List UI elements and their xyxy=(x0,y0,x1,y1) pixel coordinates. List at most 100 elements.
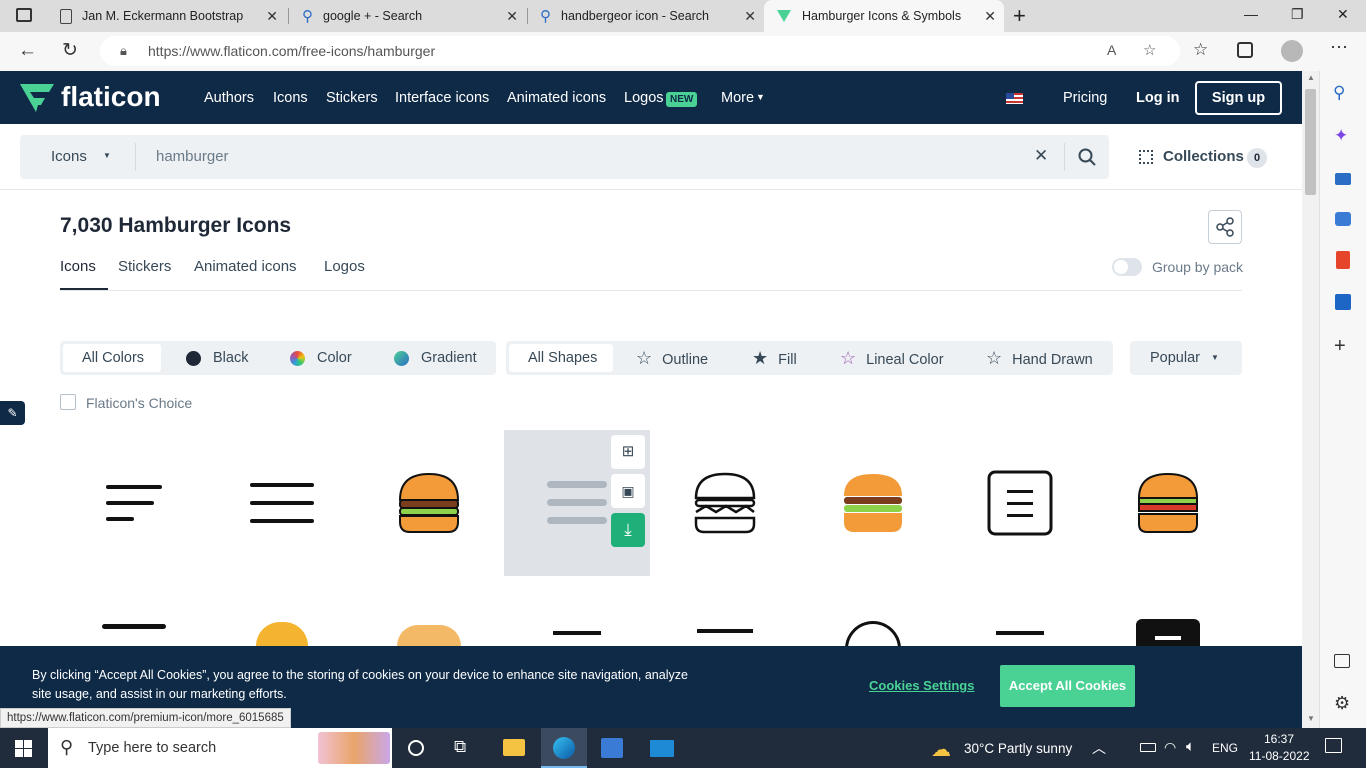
close-window-icon[interactable]: ✕ xyxy=(1337,6,1349,23)
flaticon-logo-icon[interactable] xyxy=(20,84,54,112)
add-to-collection-icon[interactable]: ⊞ xyxy=(611,435,645,469)
new-tab-icon[interactable]: + xyxy=(1013,3,1026,29)
collections-label[interactable]: Collections xyxy=(1163,148,1244,165)
page-scrollbar[interactable]: ▲ ▼ xyxy=(1302,71,1319,728)
cookies-settings-link[interactable]: Cookies Settings xyxy=(869,678,974,693)
tab-icons[interactable]: Icons xyxy=(60,258,96,275)
clock-time[interactable]: 16:37 xyxy=(1264,732,1294,746)
mail-icon[interactable] xyxy=(650,740,674,757)
settings-more-icon[interactable]: ⋯ xyxy=(1330,37,1348,58)
icon-result-16[interactable] xyxy=(1136,619,1200,647)
icon-result-2[interactable] xyxy=(209,430,355,576)
nav-icons[interactable]: Icons xyxy=(273,90,308,106)
icon-result-6[interactable] xyxy=(800,430,946,576)
collections-grid-icon[interactable] xyxy=(1139,150,1153,164)
pricing-link[interactable]: Pricing xyxy=(1063,90,1107,106)
search-input[interactable]: hamburger xyxy=(156,148,229,165)
logo-text[interactable]: flaticon xyxy=(61,81,161,113)
tab-logos[interactable]: Logos xyxy=(324,258,365,275)
games-icon[interactable] xyxy=(1335,212,1351,226)
close-tab-icon[interactable]: ✕ xyxy=(506,8,518,25)
wifi-icon[interactable]: ◠ xyxy=(1164,739,1176,756)
login-link[interactable]: Log in xyxy=(1136,90,1180,106)
black-filter[interactable]: Black xyxy=(186,350,248,366)
hide-sidebar-icon[interactable] xyxy=(1334,654,1350,668)
collections-browser-icon[interactable] xyxy=(1237,42,1253,58)
volume-icon[interactable]: 🔈︎ xyxy=(1186,738,1195,755)
icon-result-10[interactable] xyxy=(256,622,308,646)
accept-cookies-button[interactable]: Accept All Cookies xyxy=(1000,665,1135,707)
office-icon[interactable] xyxy=(1336,251,1350,269)
outlook-icon[interactable] xyxy=(1335,294,1351,310)
icon-result-13[interactable] xyxy=(697,629,753,633)
taskbar-search-box[interactable]: ⚲ Type here to search xyxy=(48,728,392,768)
battery-icon[interactable] xyxy=(1140,743,1156,752)
add-favorite-icon[interactable]: ☆ xyxy=(1143,41,1156,59)
file-explorer-icon[interactable] xyxy=(503,739,525,756)
favorites-icon[interactable]: ☆ xyxy=(1193,40,1208,60)
icon-result-11[interactable] xyxy=(397,625,461,646)
scroll-down-icon[interactable]: ▼ xyxy=(1307,714,1315,723)
nav-stickers[interactable]: Stickers xyxy=(326,90,378,106)
feedback-chat-icon[interactable]: ✎ xyxy=(0,401,25,425)
back-icon[interactable]: ← xyxy=(18,40,37,62)
minimize-icon[interactable]: — xyxy=(1244,6,1258,22)
browser-tab-2[interactable]: ⚲ google + - Search ✕ xyxy=(290,0,526,32)
sort-dropdown[interactable]: Popular ▼ xyxy=(1130,341,1242,375)
refresh-icon[interactable]: ↻ xyxy=(62,39,78,62)
task-view-icon[interactable]: ⧉ xyxy=(454,737,466,757)
icon-result-8[interactable] xyxy=(1095,430,1241,576)
icon-result-9[interactable] xyxy=(102,624,166,629)
nav-authors[interactable]: Authors xyxy=(204,90,254,106)
us-flag-icon[interactable] xyxy=(1006,93,1023,104)
language-indicator[interactable]: ENG xyxy=(1212,741,1238,755)
signup-button[interactable]: Sign up xyxy=(1195,81,1282,115)
nav-more[interactable]: More xyxy=(721,90,754,106)
group-by-pack-toggle[interactable] xyxy=(1112,258,1142,276)
download-icon[interactable]: ⤓ xyxy=(611,513,645,547)
icon-result-15[interactable] xyxy=(996,631,1044,635)
nav-logos[interactable]: Logos xyxy=(624,90,664,106)
tools-icon[interactable] xyxy=(1335,173,1351,185)
browser-tab-3[interactable]: ⚲ handbergeor icon - Search ✕ xyxy=(528,0,764,32)
icon-result-12[interactable] xyxy=(553,631,601,635)
scroll-up-icon[interactable]: ▲ xyxy=(1307,73,1315,82)
close-tab-icon[interactable]: ✕ xyxy=(984,8,996,25)
gradient-filter[interactable]: Gradient xyxy=(394,350,477,366)
tab-actions-icon[interactable] xyxy=(16,8,32,22)
settings-icon[interactable]: ⚙ xyxy=(1334,693,1350,714)
read-aloud-icon[interactable]: A xyxy=(1107,42,1116,58)
icon-result-14[interactable] xyxy=(845,621,901,649)
fill-filter[interactable]: ★ Fill xyxy=(752,348,797,369)
add-sidebar-icon[interactable]: + xyxy=(1334,335,1346,358)
search-icon[interactable]: ⚲ xyxy=(1333,83,1345,103)
color-filter[interactable]: Color xyxy=(290,350,352,366)
edge-browser-icon[interactable] xyxy=(541,728,587,768)
clear-search-icon[interactable]: ✕ xyxy=(1034,146,1048,166)
weather-text[interactable]: 30°C Partly sunny xyxy=(964,741,1072,756)
close-tab-icon[interactable]: ✕ xyxy=(744,8,756,25)
icon-result-3[interactable] xyxy=(356,430,502,576)
notifications-icon[interactable] xyxy=(1325,738,1342,753)
icon-result-4-hovered[interactable]: ⊞ ▣ ⤓ xyxy=(504,430,650,576)
nav-animated-icons[interactable]: Animated icons xyxy=(507,90,606,106)
tab-animated-icons[interactable]: Animated icons xyxy=(194,258,297,275)
store-icon[interactable] xyxy=(601,738,623,758)
share-button[interactable] xyxy=(1208,210,1242,244)
close-tab-icon[interactable]: ✕ xyxy=(266,8,278,25)
flaticon-choice-checkbox[interactable] xyxy=(60,394,76,410)
discover-icon[interactable]: ✦ xyxy=(1334,126,1348,146)
profile-avatar[interactable] xyxy=(1281,40,1303,62)
similar-images-icon[interactable]: ▣ xyxy=(611,474,645,508)
restore-icon[interactable]: ❐ xyxy=(1291,6,1304,23)
browser-tab-4[interactable]: Hamburger Icons & Symbols ✕ xyxy=(764,0,1004,32)
tab-stickers[interactable]: Stickers xyxy=(118,258,171,275)
windows-start-icon[interactable] xyxy=(15,740,32,757)
lineal-color-filter[interactable]: ☆ Lineal Color xyxy=(840,348,944,369)
cortana-icon[interactable] xyxy=(408,740,424,756)
icon-result-7[interactable] xyxy=(947,430,1093,576)
nav-interface-icons[interactable]: Interface icons xyxy=(395,90,489,106)
clock-date[interactable]: 11-08-2022 xyxy=(1249,749,1310,763)
search-icon[interactable] xyxy=(1078,148,1096,166)
address-bar[interactable]: 🔒︎ https://www.flaticon.com/free-icons/h… xyxy=(100,36,1180,66)
